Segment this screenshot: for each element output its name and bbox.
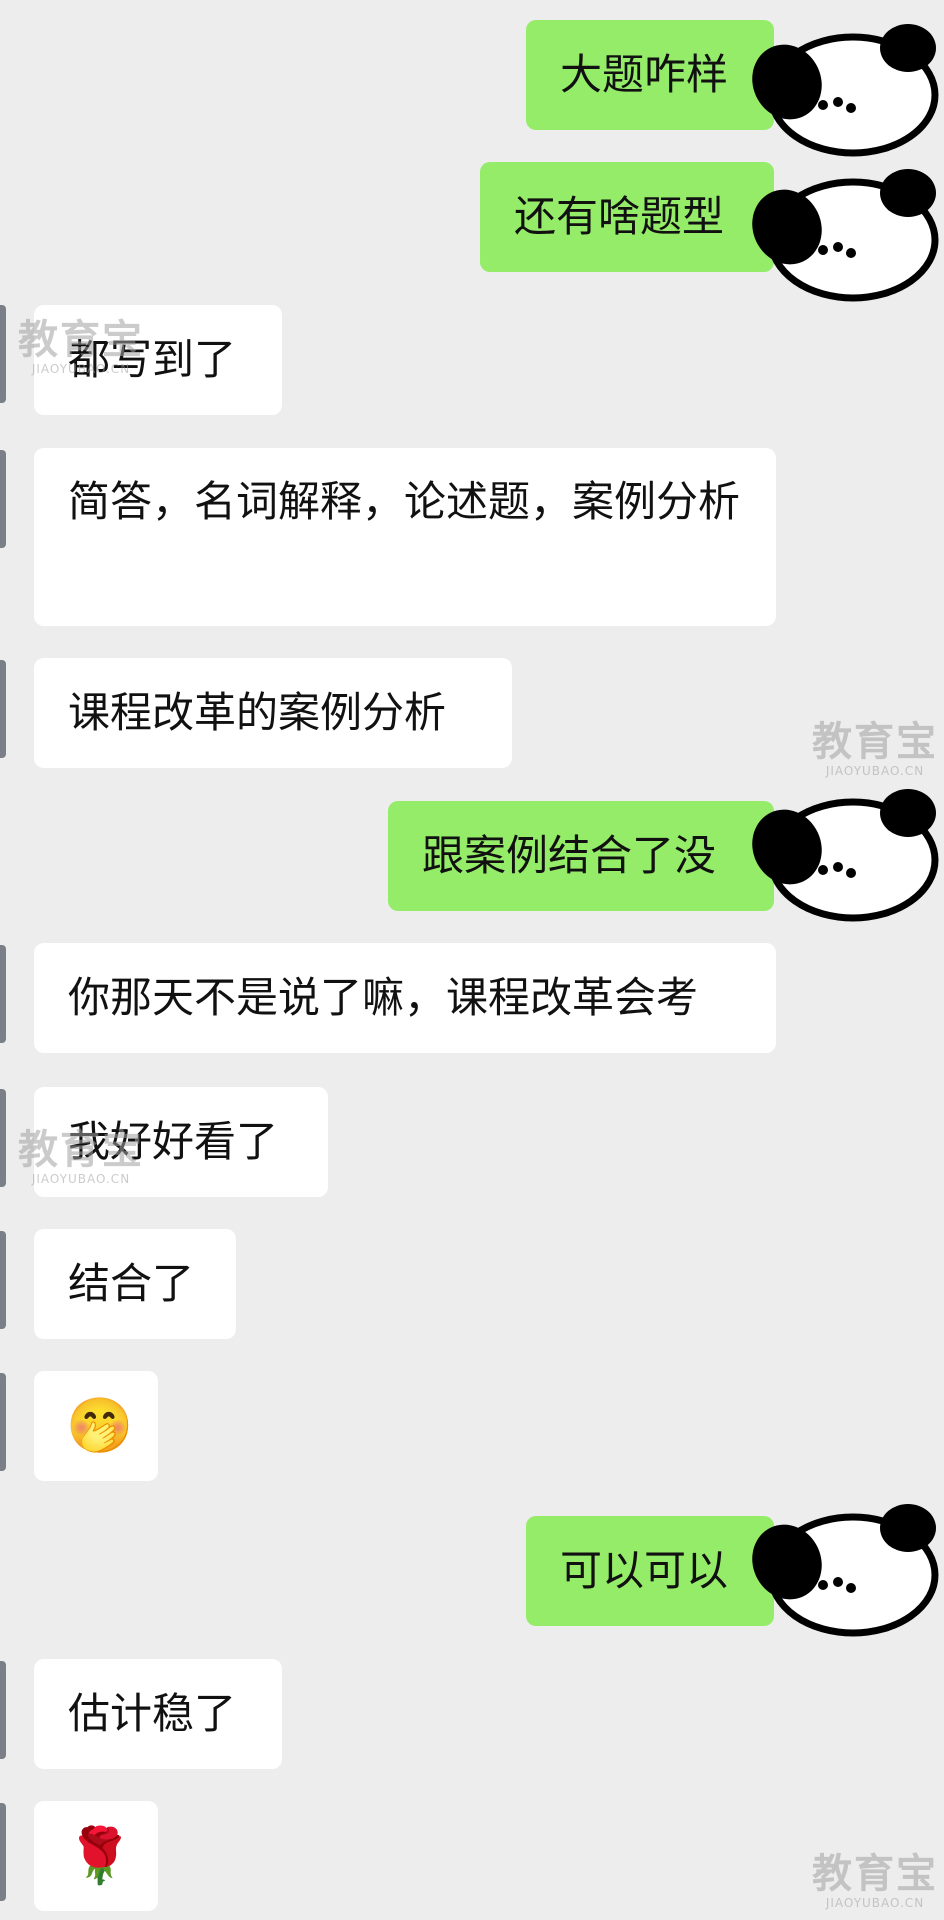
emoji-icon: 🤭 (66, 1394, 134, 1457)
message-text: 还有啥题型 (514, 192, 725, 241)
avatar[interactable] (0, 660, 6, 758)
panda-avatar-icon[interactable] (742, 155, 944, 305)
avatar[interactable] (0, 1231, 6, 1329)
message-text: 简答，名词解释，论述题，案例分析 (68, 477, 741, 526)
panda-avatar-icon[interactable] (742, 1490, 944, 1640)
message-bubble-outgoing[interactable]: 还有啥题型 (480, 162, 774, 272)
watermark: 教育宝 JIAOYUBAO.CN (18, 1128, 144, 1186)
panda-avatar-icon[interactable] (742, 10, 944, 160)
message-text: 大题咋样 (560, 50, 729, 99)
avatar[interactable] (0, 1089, 6, 1187)
message-bubble-incoming[interactable]: 你那天不是说了嘛，课程改革会考 (34, 943, 776, 1053)
avatar[interactable] (0, 450, 6, 548)
watermark-brand: 教育宝 (18, 317, 144, 363)
watermark-domain: JIAOYUBAO.CN (825, 764, 925, 778)
message-text: 估计稳了 (68, 1689, 237, 1738)
avatar[interactable] (0, 1373, 6, 1471)
message-bubble-incoming[interactable]: 课程改革的案例分析 (34, 658, 512, 768)
rose-icon: 🌹 (66, 1824, 134, 1887)
avatar[interactable] (0, 305, 6, 403)
message-bubble-incoming[interactable]: 结合了 (34, 1229, 236, 1339)
watermark-brand: 教育宝 (812, 719, 938, 765)
watermark: 教育宝 JIAOYUBAO.CN (812, 1852, 938, 1910)
watermark-brand: 教育宝 (18, 1127, 144, 1173)
message-bubble-outgoing[interactable]: 可以可以 (526, 1516, 774, 1626)
message-text: 结合了 (68, 1259, 195, 1308)
watermark-domain: JIAOYUBAO.CN (31, 362, 131, 376)
message-bubble-incoming[interactable]: 🌹 (34, 1801, 158, 1911)
message-bubble-incoming[interactable]: 估计稳了 (34, 1659, 282, 1769)
avatar[interactable] (0, 945, 6, 1043)
avatar[interactable] (0, 1661, 6, 1759)
message-bubble-outgoing[interactable]: 跟案例结合了没 (388, 801, 774, 911)
watermark-domain: JIAOYUBAO.CN (825, 1896, 925, 1910)
message-text: 课程改革的案例分析 (68, 688, 447, 737)
watermark-brand: 教育宝 (812, 1851, 938, 1897)
avatar[interactable] (0, 1803, 6, 1901)
watermark: 教育宝 JIAOYUBAO.CN (18, 318, 144, 376)
watermark: 教育宝 JIAOYUBAO.CN (812, 720, 938, 778)
message-bubble-incoming[interactable]: 简答，名词解释，论述题，案例分析 (34, 448, 776, 626)
message-text: 跟案例结合了没 (422, 831, 717, 880)
message-text: 可以可以 (560, 1546, 729, 1595)
message-bubble-outgoing[interactable]: 大题咋样 (526, 20, 774, 130)
message-bubble-incoming[interactable]: 🤭 (34, 1371, 158, 1481)
watermark-domain: JIAOYUBAO.CN (31, 1172, 131, 1186)
message-text: 你那天不是说了嘛，课程改革会考 (68, 973, 699, 1022)
panda-avatar-icon[interactable] (742, 775, 944, 925)
